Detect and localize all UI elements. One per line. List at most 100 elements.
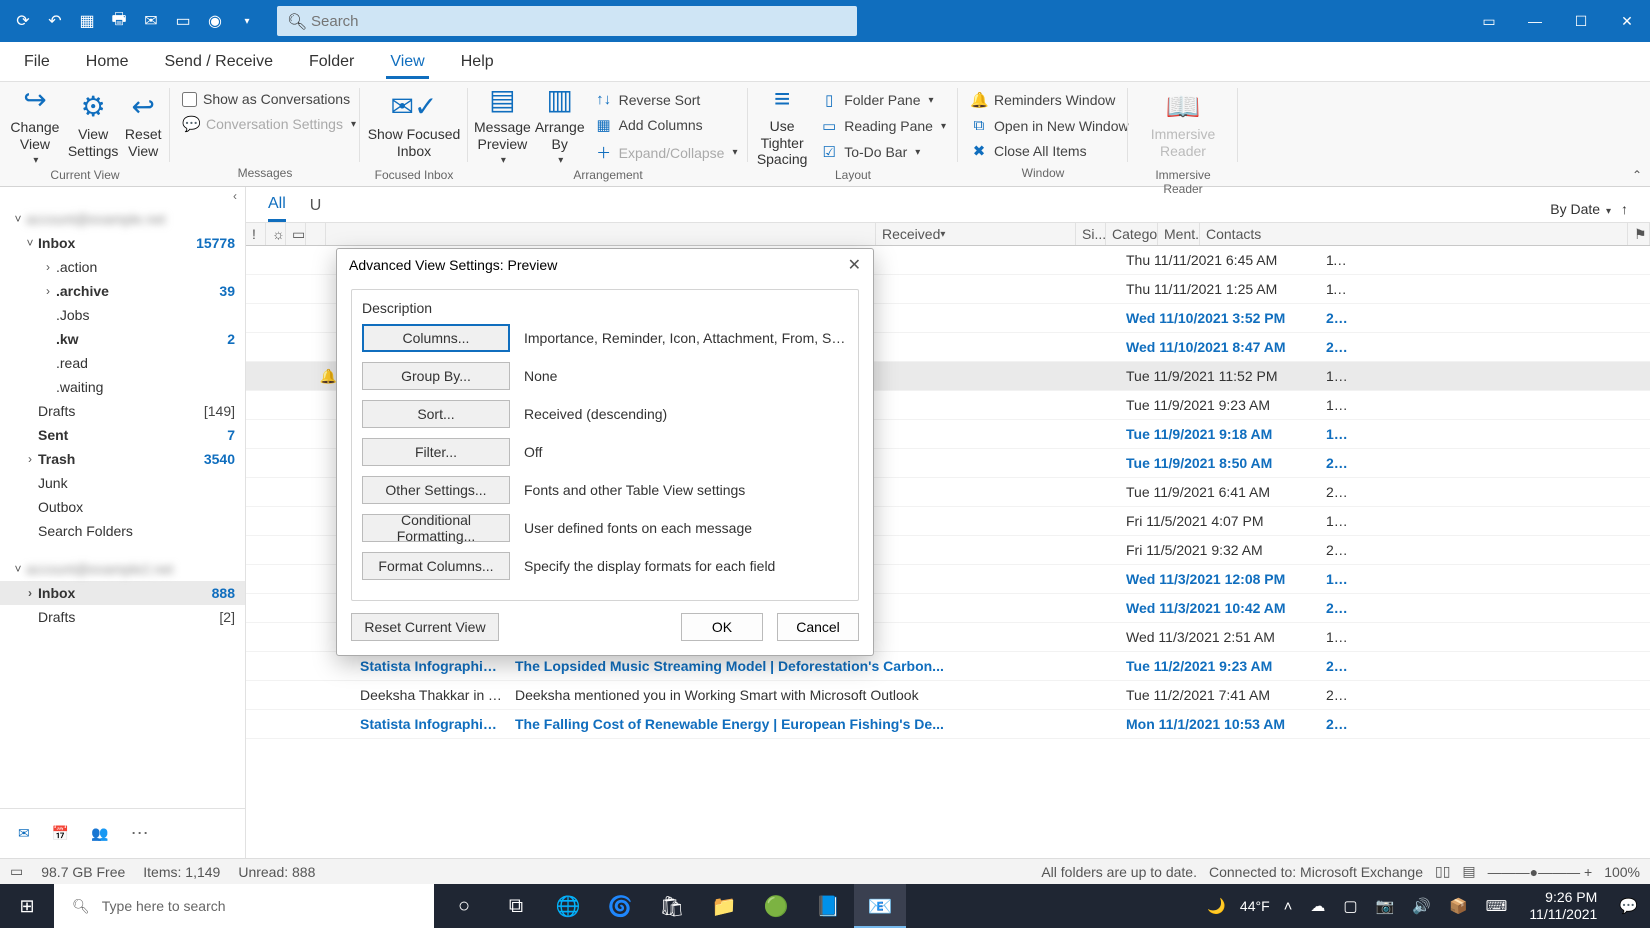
col-contacts[interactable]: Contacts [1200,223,1628,245]
task-view-icon[interactable]: ⧉ [490,884,542,928]
sort-by-date[interactable]: By Date ▾ [1550,201,1611,217]
nav-junk[interactable]: Junk [0,471,245,495]
todo-bar-button[interactable]: ☑To-Do Bar▾ [814,140,952,164]
tab-home[interactable]: Home [82,45,133,79]
tab-send-receive[interactable]: Send / Receive [160,45,277,79]
message-row[interactable]: Deeksha Thakkar in TeamsDeeksha mentione… [246,681,1650,710]
record-icon[interactable]: ◉ [205,11,225,31]
change-view-button[interactable]: ↪ Change View ▾ [6,86,64,166]
col-flag[interactable]: ⚑ [1628,223,1650,245]
nav-waiting[interactable]: .waiting [0,375,245,399]
reminders-window-button[interactable]: 🔔Reminders Window [964,88,1135,112]
col-mentions[interactable]: Ment... [1158,223,1200,245]
nav-drafts-2[interactable]: Drafts[2] [0,605,245,629]
keyboard-icon[interactable]: ⌨ [1482,897,1512,915]
onedrive-icon[interactable]: ☁ [1306,897,1329,915]
camera-icon[interactable]: 📷 [1372,897,1399,915]
filter-all-tab[interactable]: All [268,195,286,222]
weather-temp[interactable]: 44°F [1240,898,1270,914]
nav-tree[interactable]: ˅account@example.net ˅Inbox15778 ›.actio… [0,205,245,808]
taskbar-search[interactable]: 🔍︎ Type here to search [54,884,434,928]
close-button[interactable]: ✕ [1604,0,1650,42]
message-preview-button[interactable]: ▤ Message Preview ▾ [474,86,531,166]
dialog-setting-button[interactable]: Filter... [362,438,510,466]
outlook-taskbar-icon[interactable]: 📧 [854,884,906,928]
dialog-setting-button[interactable]: Format Columns... [362,552,510,580]
coming-soon-icon[interactable]: ▭ [1466,0,1512,42]
show-conversations-input[interactable] [182,92,197,107]
collapse-nav-icon[interactable]: ‹ [0,187,245,205]
reset-current-view-button[interactable]: Reset Current View [351,613,499,641]
dialog-setting-button[interactable]: Conditional Formatting... [362,514,510,542]
maximize-button[interactable]: ☐ [1558,0,1604,42]
dropbox-icon[interactable]: 📦 [1445,897,1472,915]
folder-pane-button[interactable]: ▯Folder Pane▾ [814,88,952,112]
col-received[interactable]: Received ▾ [876,223,1076,245]
undo-icon[interactable]: ↶ [45,11,65,31]
mail-nav-icon[interactable]: ✉ [18,825,30,842]
cancel-button[interactable]: Cancel [777,613,859,641]
col-categories[interactable]: Catego... [1106,223,1158,245]
chrome-icon[interactable]: 🌐 [542,884,594,928]
close-all-button[interactable]: ✖Close All Items [964,139,1135,163]
col-size[interactable]: Si... [1076,223,1106,245]
dialog-setting-button[interactable]: Other Settings... [362,476,510,504]
message-row[interactable]: Statista Infographics Bull...The Lopside… [246,652,1650,681]
nav-account-2[interactable]: ˅account@example2.net [0,557,245,581]
sort-direction-icon[interactable]: ↑ [1621,201,1628,217]
minimize-button[interactable]: ― [1512,0,1558,42]
filter-unread-tab[interactable]: U [310,197,322,221]
more-nav-icon[interactable]: ⋯ [131,823,149,844]
reading-pane-button[interactable]: ▭Reading Pane▾ [814,114,952,138]
nav-jobs[interactable]: .Jobs [0,303,245,327]
refresh-icon[interactable]: ⟳ [13,11,33,31]
apps-icon[interactable]: ▦ [77,11,97,31]
clock[interactable]: 9:26 PM 11/11/2021 [1521,889,1605,923]
nav-action[interactable]: ›.action [0,255,245,279]
quick-access-more-icon[interactable]: ▾ [237,11,257,31]
calendar-icon[interactable]: ▭ [173,11,193,31]
tray-chevron-icon[interactable]: ˄ [1280,898,1297,915]
nav-outbox[interactable]: Outbox [0,495,245,519]
col-icon[interactable]: ▭ [286,223,306,245]
col-reminder[interactable]: ☼ [266,223,286,245]
new-window-button[interactable]: ⧉Open in New Window [964,114,1135,137]
col-attachment[interactable] [306,223,326,245]
show-focused-inbox-button[interactable]: ✉✓ Show Focused Inbox [366,86,462,166]
view-reading-icon[interactable]: ▤ [1462,863,1475,880]
zoom-level[interactable]: 100% [1604,864,1640,880]
tighter-spacing-button[interactable]: ≡ Use Tighter Spacing [754,86,810,166]
nav-account-1[interactable]: ˅account@example.net [0,207,245,231]
edge-icon[interactable]: 🌀 [594,884,646,928]
nav-inbox[interactable]: ˅Inbox15778 [0,231,245,255]
nav-inbox-2[interactable]: ›Inbox888 [0,581,245,605]
cortana-icon[interactable]: ○ [438,884,490,928]
word-icon[interactable]: 📘 [802,884,854,928]
nav-archive[interactable]: ›.archive39 [0,279,245,303]
nav-kw[interactable]: .kw2 [0,327,245,351]
tab-file[interactable]: File [20,45,54,79]
dialog-close-button[interactable]: ✕ [848,255,861,275]
nav-read[interactable]: .read [0,351,245,375]
store-icon[interactable]: 🛍 [646,884,698,928]
dialog-setting-button[interactable]: Sort... [362,400,510,428]
reverse-sort-button[interactable]: ↑↓Reverse Sort [589,88,744,111]
nav-drafts[interactable]: Drafts[149] [0,399,245,423]
nav-trash[interactable]: ›Trash3540 [0,447,245,471]
nav-search-folders[interactable]: Search Folders [0,519,245,543]
show-conversations-checkbox[interactable]: Show as Conversations [176,88,362,110]
collapse-ribbon-icon[interactable]: ⌃ [1632,168,1642,182]
dialog-setting-button[interactable]: Group By... [362,362,510,390]
view-settings-button[interactable]: ⚙ View Settings [68,86,119,166]
search-input[interactable] [277,6,857,36]
col-importance[interactable]: ! [246,223,266,245]
zoom-slider[interactable]: ―――●――― + [1488,864,1593,880]
nav-sent[interactable]: Sent7 [0,423,245,447]
calendar-nav-icon[interactable]: 📅 [52,825,69,842]
chrome-alt-icon[interactable]: 🟢 [750,884,802,928]
start-button[interactable]: ⊞ [0,884,54,928]
arrange-by-button[interactable]: ▥ Arrange By ▾ [535,86,585,166]
mail-icon[interactable]: ✉ [141,11,161,31]
view-normal-icon[interactable]: ▯▯ [1435,863,1450,880]
ok-button[interactable]: OK [681,613,763,641]
